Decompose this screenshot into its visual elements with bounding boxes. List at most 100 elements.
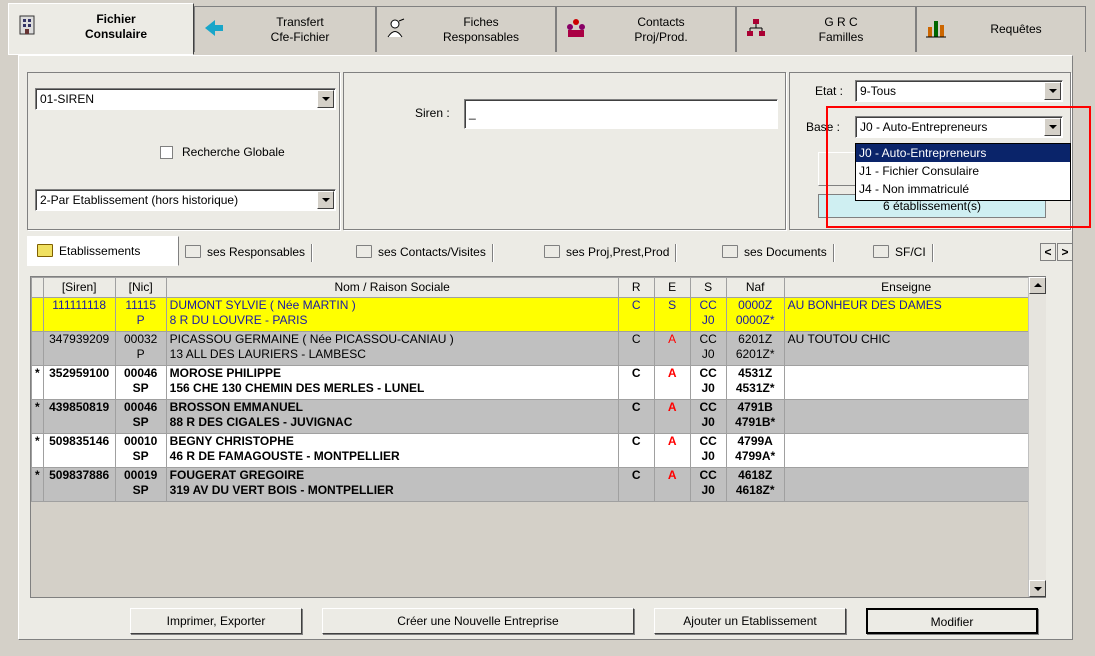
siren-label: Siren : [415, 106, 450, 120]
row-marker: * [31, 433, 44, 468]
s-cell-line: J0 [701, 381, 715, 395]
siren-input[interactable]: _ [464, 99, 778, 129]
tab-etablissements[interactable]: Etablissements [37, 244, 140, 270]
s-cell-line: CC [699, 400, 717, 415]
modify-button[interactable]: Modifier [866, 608, 1038, 634]
s-cell: CC J0 [689, 467, 727, 502]
header-r[interactable]: R [617, 277, 655, 298]
tab-label: ses Contacts/Visites [378, 245, 486, 260]
tab-sf-ci[interactable]: SF/CI [873, 244, 940, 270]
header-s[interactable]: S [689, 277, 727, 298]
nic-cell-line: 00010 [123, 434, 158, 449]
name-cell-line: DUMONT SYLVIE ( Née MARTIN ) [169, 298, 356, 313]
r-cell: C [617, 297, 655, 332]
name-cell-line: 156 CHE 130 CHEMIN DES MERLES - LUNEL [169, 381, 425, 395]
results-table: [Siren] [Nic] Nom / Raison Sociale R E S… [31, 277, 1029, 502]
etat-combo-value: 9-Tous [860, 84, 897, 98]
name-cell-line: 88 R DES CIGALES - JUVIGNAC [169, 415, 353, 429]
table-row[interactable]: 347939209 00032 P PICASSOU GERMAINE ( Née P… [31, 331, 1029, 366]
s-cell: CC J0 [689, 331, 727, 366]
tab-responsables[interactable]: ses Responsables [185, 244, 319, 270]
tab-fichier-consulaire[interactable]: Fichier Consulaire [8, 3, 194, 55]
s-cell-line: CC [699, 298, 717, 313]
e-cell: S [653, 297, 691, 332]
tab-label: Transfert Cfe-Fichier [270, 15, 330, 44]
vertical-scrollbar[interactable] [1028, 277, 1046, 597]
add-establishment-button[interactable]: Ajouter un Etablissement [654, 608, 846, 634]
tab-label: Contacts Proj/Prod. [634, 15, 688, 44]
siren-input-value: _ [469, 106, 476, 120]
tab-contacts[interactable]: Contacts Proj/Prod. [556, 6, 736, 52]
person-icon [387, 18, 405, 38]
table-row[interactable]: * 439850819 00046 SP BROSSON EMMANUEL 88 R DE… [31, 399, 1029, 434]
chevron-down-icon[interactable] [317, 191, 334, 209]
name-cell-line: FOUGERAT GREGOIRE [169, 468, 305, 483]
print-export-button[interactable]: Imprimer, Exporter [130, 608, 302, 634]
siren-group [343, 72, 786, 230]
header-enseigne[interactable]: Enseigne [783, 277, 1029, 298]
enseigne-cell: AU BONHEUR DES DAMES [783, 297, 1029, 332]
nic-cell-line: 00046 [123, 400, 158, 415]
naf-cell-line: 6201Z* [735, 347, 775, 361]
chevron-right-icon[interactable]: > [1057, 243, 1073, 261]
s-cell-line: J0 [701, 347, 715, 361]
tab-documents[interactable]: ses Documents [722, 244, 841, 270]
criteria-combo[interactable]: 01-SIREN [35, 88, 336, 110]
naf-cell: 4618Z 4618Z* [725, 467, 785, 502]
table-row[interactable]: 111111118 11115 P DUMONT SYLVIE ( Née MARTI… [31, 297, 1029, 332]
global-search-checkbox[interactable] [160, 146, 173, 159]
nic-cell-line: 00032 [123, 332, 158, 347]
nic-cell-line: 11115 [125, 298, 157, 313]
header-siren[interactable]: [Siren] [42, 277, 116, 298]
r-cell: C [617, 365, 655, 400]
header-nic[interactable]: [Nic] [114, 277, 167, 298]
name-cell: DUMONT SYLVIE ( Née MARTIN ) 8 R DU LOUVR… [165, 297, 619, 332]
mode-combo[interactable]: 2-Par Etablissement (hors historique) [35, 189, 336, 211]
tab-contacts-visites[interactable]: ses Contacts/Visites [356, 244, 500, 270]
create-enterprise-button[interactable]: Créer une Nouvelle Entreprise [322, 608, 634, 634]
naf-cell: 6201Z 6201Z* [725, 331, 785, 366]
chevron-down-icon[interactable] [1044, 82, 1061, 100]
chevron-down-icon[interactable] [317, 90, 334, 108]
global-search-label: Recherche Globale [182, 145, 285, 159]
scroll-up-icon[interactable] [1029, 277, 1046, 294]
header-name[interactable]: Nom / Raison Sociale [165, 277, 619, 298]
tab-label: ses Documents [744, 245, 827, 260]
r-cell: C [617, 433, 655, 468]
name-cell-line: MOROSE PHILIPPE [169, 366, 282, 381]
tab-fiches-responsables[interactable]: Fiches Responsables [376, 6, 556, 52]
folder-icon [873, 245, 889, 259]
name-cell: FOUGERAT GREGOIRE 319 AV DU VERT BOIS - M… [165, 467, 619, 502]
etat-combo[interactable]: 9-Tous [855, 80, 1063, 102]
row-marker [31, 331, 44, 366]
enseigne-cell [783, 365, 1029, 400]
naf-cell-line: 4791B [737, 400, 773, 415]
s-cell-line: J0 [701, 313, 715, 327]
r-cell: C [617, 467, 655, 502]
people-group-icon [567, 19, 585, 37]
tab-requetes[interactable]: Requêtes [916, 6, 1086, 52]
name-cell: BROSSON EMMANUEL 88 R DES CIGALES - JUVIG… [165, 399, 619, 434]
header-e[interactable]: E [653, 277, 691, 298]
tab-proj-prest-prod[interactable]: ses Proj,Prest,Prod [544, 244, 683, 270]
table-row[interactable]: * 509835146 00010 SP BEGNY CHRISTOPHE 46 R DE… [31, 433, 1029, 468]
naf-cell: 4531Z 4531Z* [725, 365, 785, 400]
highlight-box [826, 106, 1091, 228]
tab-transfert[interactable]: Transfert Cfe-Fichier [194, 6, 376, 52]
etat-label: Etat : [815, 84, 844, 98]
chevron-left-icon[interactable]: < [1040, 243, 1056, 261]
divider [311, 244, 314, 262]
table-row[interactable]: * 509837886 00019 SP FOUGERAT GREGOIRE 319 AV… [31, 467, 1029, 502]
transfer-arrow-icon [205, 20, 223, 36]
tab-label: Fiches Responsables [442, 15, 520, 44]
results-grid: [Siren] [Nic] Nom / Raison Sociale R E S… [30, 276, 1046, 598]
tab-grc-familles[interactable]: G R C Familles [736, 6, 916, 52]
divider [491, 244, 494, 262]
header-naf[interactable]: Naf [725, 277, 785, 298]
naf-cell: 0000Z 0000Z* [725, 297, 785, 332]
scroll-down-icon[interactable] [1029, 580, 1046, 597]
nic-cell-line: P [136, 313, 145, 327]
table-row[interactable]: * 352959100 00046 SP MOROSE PHILIPPE 156 CHE … [31, 365, 1029, 400]
naf-cell-line: 4799A* [735, 449, 776, 463]
s-cell-line: CC [699, 434, 717, 449]
